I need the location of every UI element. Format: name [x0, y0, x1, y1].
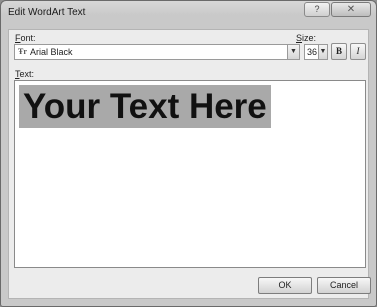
selected-text[interactable]: Your Text Here: [19, 85, 271, 128]
text-label: Text:: [15, 69, 35, 79]
close-button[interactable]: ✕: [331, 2, 371, 17]
size-value: 36: [307, 47, 318, 57]
dialog-body: Font: Size: Ŧr Arial Black ▼ 36 ▼ B I Te…: [8, 29, 371, 299]
chevron-down-icon[interactable]: ▼: [287, 45, 299, 59]
font-value: Arial Black: [30, 47, 73, 57]
cancel-button[interactable]: Cancel: [317, 277, 371, 294]
text-input[interactable]: Your Text Here: [14, 80, 366, 268]
chevron-down-icon[interactable]: ▼: [318, 45, 327, 59]
size-label: Size:: [296, 33, 317, 43]
font-label: Font:: [15, 33, 36, 43]
truetype-icon: Ŧr: [18, 47, 27, 56]
italic-button[interactable]: I: [350, 43, 366, 60]
bold-button[interactable]: B: [331, 43, 347, 60]
dialog-title: Edit WordArt Text: [8, 7, 86, 18]
size-dropdown[interactable]: 36 ▼: [304, 44, 328, 60]
ok-button[interactable]: OK: [258, 277, 312, 294]
edit-wordart-dialog: Edit WordArt Text ? ✕ Font: Size: Ŧr Ari…: [0, 0, 377, 307]
help-button[interactable]: ?: [304, 2, 330, 17]
font-dropdown[interactable]: Ŧr Arial Black ▼: [14, 44, 300, 60]
